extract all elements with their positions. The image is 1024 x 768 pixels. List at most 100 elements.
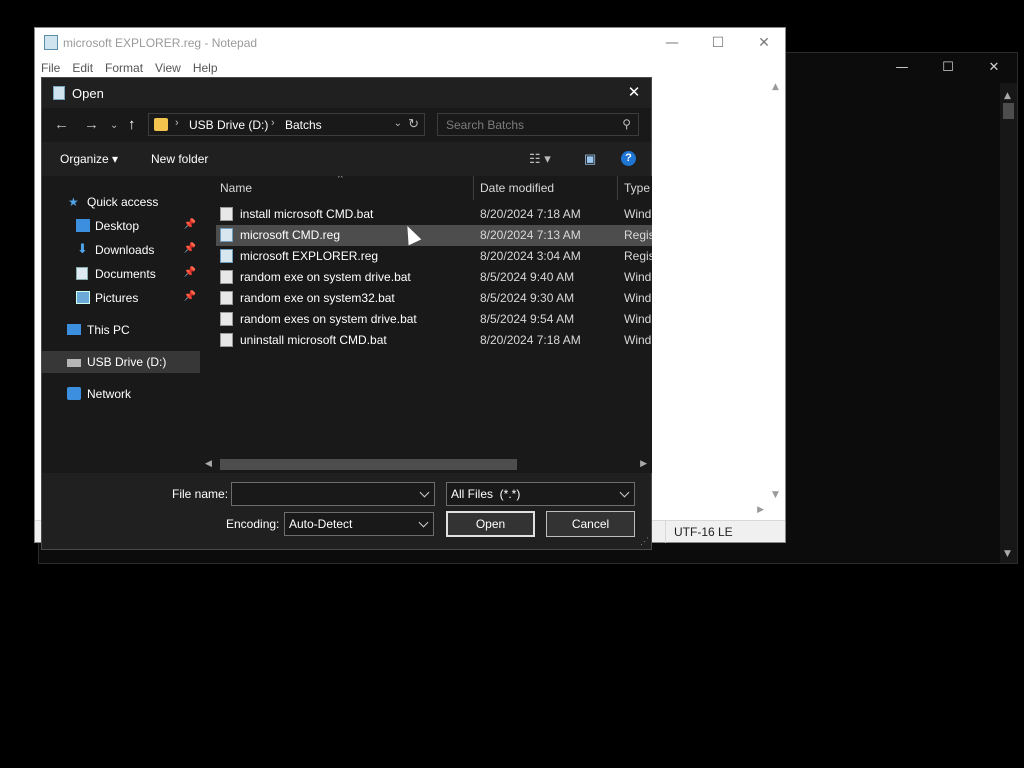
file-date: 8/20/2024 7:18 AM: [480, 333, 581, 347]
open-button[interactable]: Open: [446, 511, 535, 537]
file-list-horizontal-scrollbar[interactable]: ◀ ▶: [200, 456, 652, 473]
scroll-up-icon[interactable]: ▲: [772, 82, 779, 92]
nav-item-desktop[interactable]: Desktop 📌: [42, 215, 200, 237]
recent-locations-chevron-icon[interactable]: ⌄: [110, 120, 118, 131]
search-placeholder: Search Batchs: [446, 118, 525, 132]
back-arrow-icon[interactable]: ←: [54, 116, 69, 133]
column-header-date[interactable]: Date modified: [474, 176, 616, 200]
console-scrollbar[interactable]: ▲ ▼: [1000, 83, 1017, 563]
menu-view[interactable]: View: [149, 58, 187, 78]
address-dropdown-icon[interactable]: ⌄: [394, 118, 402, 129]
file-row[interactable]: microsoft CMD.reg 8/20/2024 7:13 AM Regi…: [216, 225, 652, 246]
menu-file[interactable]: File: [35, 58, 66, 78]
file-type: Wind: [624, 270, 652, 284]
pin-icon: 📌: [183, 267, 196, 278]
scroll-down-icon[interactable]: ▼: [1004, 549, 1011, 559]
nav-item-downloads[interactable]: ⬇ Downloads 📌: [42, 239, 200, 261]
nav-item-this-pc[interactable]: This PC: [42, 319, 200, 341]
notepad-close-button[interactable]: ✕: [741, 32, 787, 54]
search-box[interactable]: Search Batchs ⚲: [437, 113, 639, 136]
breadcrumb-separator-icon[interactable]: ›: [271, 117, 275, 129]
refresh-icon[interactable]: ↻: [408, 116, 419, 132]
preview-pane-icon[interactable]: ▣: [584, 151, 596, 167]
cancel-button[interactable]: Cancel: [546, 511, 635, 537]
new-folder-button[interactable]: New folder: [151, 152, 208, 166]
up-arrow-icon[interactable]: ↑: [128, 116, 136, 133]
horizontal-scroll-thumb[interactable]: [220, 459, 517, 470]
file-type: Regis: [624, 228, 652, 242]
encoding-select[interactable]: Auto-Detect: [284, 512, 434, 536]
column-header-name[interactable]: Name: [216, 176, 472, 200]
file-row[interactable]: random exe on system drive.bat 8/5/2024 …: [216, 267, 652, 288]
file-date: 8/5/2024 9:40 AM: [480, 270, 575, 284]
file-name: uninstall microsoft CMD.bat: [240, 333, 387, 347]
pc-icon: [67, 324, 81, 335]
encoding-status: UTF-16 LE: [665, 521, 787, 543]
notepad-maximize-button[interactable]: ☐: [695, 32, 741, 54]
open-dialog: Open ✕ ← → ⌄ ↑ › USB Drive (D:) › Batchs…: [41, 77, 652, 550]
scroll-down-icon[interactable]: ▼: [772, 490, 779, 500]
file-row[interactable]: random exe on system32.bat 8/5/2024 9:30…: [216, 288, 652, 309]
column-header-label: Name: [220, 181, 253, 195]
batch-file-icon: [220, 207, 233, 221]
pin-icon: 📌: [183, 243, 196, 254]
nav-item-documents[interactable]: Documents 📌: [42, 263, 200, 285]
view-options-icon[interactable]: ☷ ▾: [529, 151, 551, 167]
notepad-vertical-scrollbar[interactable]: ▲ ▼: [768, 78, 785, 502]
help-icon[interactable]: ?: [621, 151, 636, 166]
console-scroll-thumb[interactable]: [1003, 103, 1014, 119]
file-row[interactable]: uninstall microsoft CMD.bat 8/20/2024 7:…: [216, 330, 652, 351]
chevron-down-icon[interactable]: [619, 487, 630, 498]
menu-format[interactable]: Format: [99, 58, 149, 78]
forward-arrow-icon[interactable]: →: [84, 116, 99, 133]
file-row[interactable]: random exes on system drive.bat 8/5/2024…: [216, 309, 652, 330]
scroll-up-icon[interactable]: ▲: [1004, 91, 1011, 101]
navigation-pane: ★ Quick access Desktop 📌 ⬇ Downloads 📌 D…: [42, 176, 200, 473]
nav-item-label: Downloads: [95, 243, 155, 257]
nav-item-pictures[interactable]: Pictures 📌: [42, 287, 200, 309]
nav-item-usb-drive[interactable]: USB Drive (D:): [42, 351, 200, 373]
breadcrumb-batchs[interactable]: Batchs: [285, 118, 322, 132]
nav-item-network[interactable]: Network: [42, 383, 200, 405]
file-date: 8/20/2024 3:04 AM: [480, 249, 581, 263]
notepad-minimize-button[interactable]: —: [649, 32, 695, 54]
nav-item-label: Quick access: [87, 195, 159, 209]
console-close-button[interactable]: ✕: [971, 57, 1017, 79]
scroll-left-icon[interactable]: ◀: [205, 458, 212, 469]
column-header-label: Type: [624, 181, 651, 195]
scroll-right-icon[interactable]: ▶: [640, 458, 647, 469]
menu-help[interactable]: Help: [187, 58, 224, 78]
resize-grip-icon[interactable]: ⋰: [640, 536, 649, 547]
breadcrumb-usb-drive[interactable]: USB Drive (D:): [189, 118, 268, 132]
file-date: 8/20/2024 7:13 AM: [480, 228, 581, 242]
notepad-icon: [53, 86, 65, 100]
registry-file-icon: [220, 228, 233, 242]
file-type: Wind: [624, 291, 652, 305]
nav-item-quick-access[interactable]: ★ Quick access: [42, 191, 200, 213]
chevron-down-icon[interactable]: [419, 487, 430, 498]
scroll-right-icon[interactable]: ▶: [757, 505, 764, 515]
documents-icon: [76, 267, 88, 280]
menu-edit[interactable]: Edit: [66, 58, 99, 78]
console-minimize-button[interactable]: —: [879, 57, 925, 79]
chevron-down-icon[interactable]: [418, 517, 429, 528]
breadcrumb-separator-icon[interactable]: ›: [175, 117, 179, 129]
file-row[interactable]: microsoft EXPLORER.reg 8/20/2024 3:04 AM…: [216, 246, 652, 267]
desktop-icon: [76, 219, 90, 232]
file-name-input[interactable]: [231, 482, 435, 506]
search-icon[interactable]: ⚲: [622, 117, 631, 131]
file-type-select[interactable]: All Files (*.*): [446, 482, 635, 506]
nav-item-label: Documents: [95, 267, 156, 281]
file-row[interactable]: install microsoft CMD.bat 8/20/2024 7:18…: [216, 204, 652, 225]
pin-icon: 📌: [183, 291, 196, 302]
column-header-type[interactable]: Type: [618, 176, 652, 200]
file-type: Regis: [624, 249, 652, 263]
organize-button[interactable]: Organize ▾: [60, 152, 118, 166]
encoding-value: Auto-Detect: [289, 517, 353, 531]
file-date: 8/5/2024 9:30 AM: [480, 291, 575, 305]
console-maximize-button[interactable]: ☐: [925, 57, 971, 79]
nav-item-label: Pictures: [95, 291, 139, 305]
dialog-close-button[interactable]: ✕: [617, 78, 651, 108]
dialog-titlebar: Open ✕: [42, 78, 651, 108]
address-bar[interactable]: › USB Drive (D:) › Batchs ⌄ ↻: [148, 113, 425, 136]
